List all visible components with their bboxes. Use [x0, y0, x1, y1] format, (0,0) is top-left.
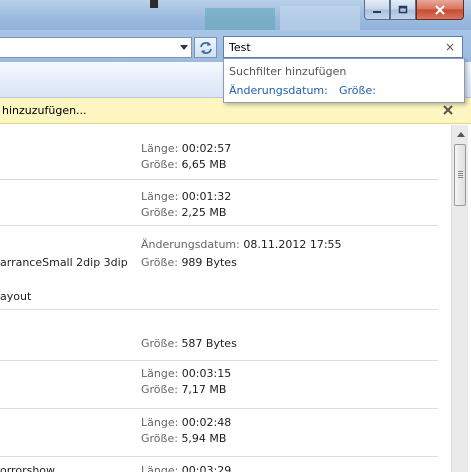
refresh-button[interactable] [194, 37, 217, 58]
search-clear-button[interactable]: × [444, 40, 456, 54]
list-item[interactable]: Länge: 00:01:32 Größe: 2,25 MB [0, 180, 438, 226]
window-controls [364, 0, 466, 20]
item-detail: Länge: 00:01:32 [141, 190, 232, 203]
vertical-scrollbar[interactable] [451, 125, 468, 472]
grip-line [458, 175, 463, 176]
scrollbar-thumb[interactable] [454, 144, 466, 206]
item-detail: Länge: 00:03:15 [141, 367, 232, 380]
close-icon: × [444, 40, 456, 54]
item-name: arranceSmall 2dip 3dip [0, 256, 128, 269]
chevron-down-icon [180, 45, 188, 50]
close-button[interactable] [416, 0, 464, 20]
info-bar-text: hinzuzufügen... [2, 104, 87, 117]
maximize-button[interactable] [390, 0, 416, 20]
item-detail: Größe: 989 Bytes [141, 256, 237, 269]
item-detail: Größe: 2,25 MB [141, 206, 227, 219]
item-detail: Größe: 587 Bytes [141, 337, 237, 350]
close-icon [435, 4, 445, 15]
list-item[interactable]: Länge: 00:02:48 Größe: 5,94 MB [0, 409, 438, 457]
list-item[interactable]: orrorshow Länge: 00:03:29 [0, 457, 438, 472]
search-input[interactable] [229, 39, 439, 55]
item-name: orrorshow [0, 464, 56, 472]
minimize-button[interactable] [364, 0, 390, 20]
address-bar[interactable] [0, 37, 192, 58]
close-icon [443, 105, 453, 115]
item-detail: Länge: 00:02:48 [141, 416, 232, 429]
refresh-icon [199, 41, 212, 54]
item-detail: Länge: 00:02:57 [141, 142, 232, 155]
item-name: ayout [0, 290, 32, 303]
search-filter-popup: Suchfilter hinzufügen Änderungsdatum: Gr… [223, 58, 465, 103]
chevron-up-icon [456, 131, 465, 137]
item-detail: Änderungsdatum: 08.11.2012 17:55 [141, 238, 342, 251]
maximize-icon [398, 5, 408, 13]
background-glass [150, 0, 158, 8]
search-box: × [223, 36, 463, 58]
popup-heading: Suchfilter hinzufügen [229, 65, 347, 78]
filter-option-date-modified[interactable]: Änderungsdatum: [229, 84, 328, 97]
item-detail: Größe: 7,17 MB [141, 383, 227, 396]
list-item[interactable]: Größe: 587 Bytes [0, 310, 438, 361]
scroll-up-button[interactable] [453, 127, 468, 141]
window-titlebar [0, 0, 471, 34]
grip-line [458, 173, 463, 174]
list-item[interactable]: arranceSmall 2dip 3dip Änderungsdatum: 0… [0, 226, 438, 310]
info-bar-close-button[interactable] [443, 102, 453, 119]
list-item[interactable]: Länge: 00:02:57 Größe: 6,65 MB [0, 125, 438, 180]
search-results-list: Länge: 00:02:57 Größe: 6,65 MB Länge: 00… [0, 125, 451, 472]
grip-line [458, 171, 463, 172]
list-item[interactable]: Länge: 00:03:15 Größe: 7,17 MB [0, 361, 438, 409]
minimize-icon [373, 10, 381, 13]
item-detail: Länge: 00:03:29 [141, 464, 232, 472]
item-detail: Größe: 5,94 MB [141, 432, 227, 445]
grip-line [458, 177, 463, 178]
filter-option-size[interactable]: Größe: [339, 84, 376, 97]
item-detail: Größe: 6,65 MB [141, 158, 227, 171]
address-dropdown-button[interactable] [176, 38, 192, 57]
